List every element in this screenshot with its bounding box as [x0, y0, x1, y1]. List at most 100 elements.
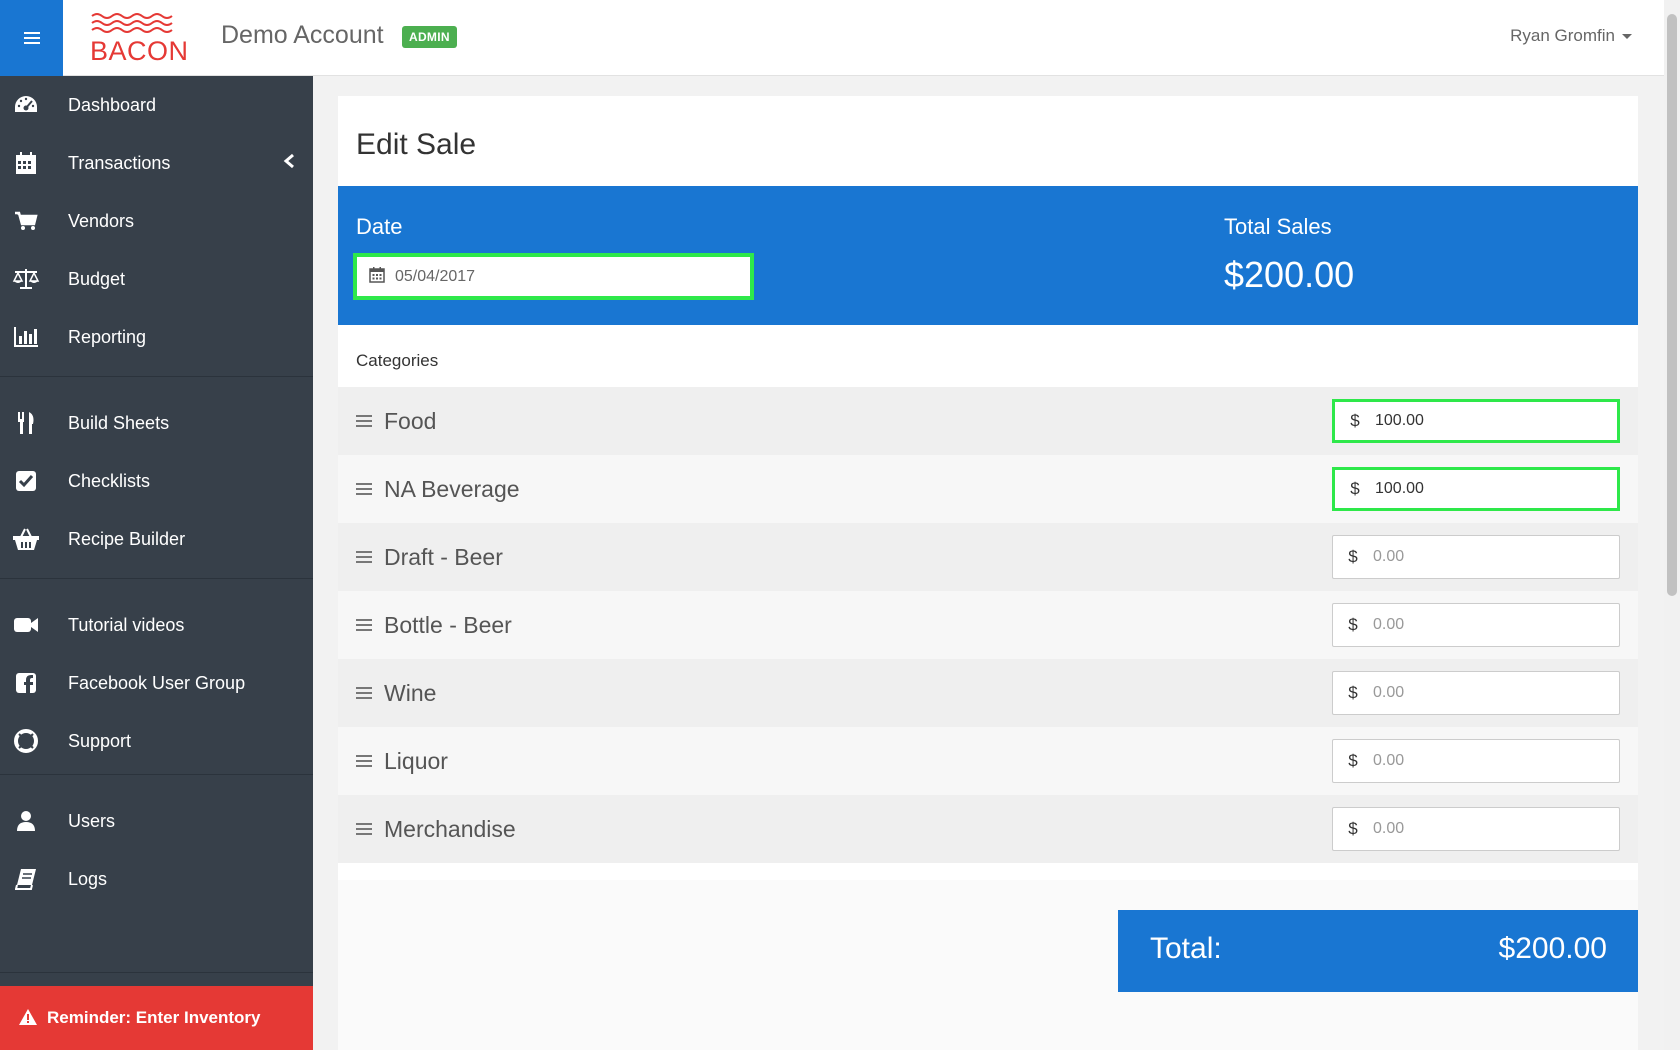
- sidebar-item-support[interactable]: Support: [0, 712, 313, 770]
- sidebar-item-reporting[interactable]: Reporting: [0, 308, 313, 366]
- total-value: $200.00: [1498, 932, 1607, 965]
- dollar-sign: $: [1350, 411, 1360, 430]
- category-row-wine: Wine $: [338, 659, 1638, 727]
- basket-icon: [12, 525, 40, 553]
- card-header: Edit Sale: [338, 96, 1638, 186]
- hamburger-menu-button[interactable]: [0, 0, 63, 76]
- scrollbar-thumb[interactable]: [1667, 14, 1677, 596]
- reminder-enter-inventory-button[interactable]: Reminder: Enter Inventory: [0, 986, 313, 1050]
- category-name: Liquor: [384, 748, 448, 774]
- amount-field-merchandise[interactable]: $: [1332, 807, 1620, 851]
- sidebar-item-label: Support: [68, 730, 132, 751]
- edit-sale-card: Edit Sale Date Total Sales $200.00 Categ…: [338, 96, 1638, 1050]
- amount-field-food[interactable]: $: [1332, 399, 1620, 443]
- account-name: Demo Account: [221, 21, 384, 49]
- hamburger-icon: [23, 32, 40, 44]
- drag-handle-icon[interactable]: [356, 482, 372, 501]
- total-summary: Total: $200.00: [1118, 910, 1638, 992]
- caret-down-icon: [1622, 33, 1632, 39]
- sidebar-item-recipe-builder[interactable]: Recipe Builder: [0, 510, 313, 568]
- sidebar-item-logs[interactable]: Logs: [0, 850, 313, 908]
- sidebar-item-label: Users: [68, 810, 116, 831]
- amount-input[interactable]: [1373, 616, 1593, 634]
- sidebar-item-build-sheets[interactable]: Build Sheets: [0, 394, 313, 452]
- amount-field-na-beverage[interactable]: $: [1332, 467, 1620, 511]
- user-icon: [12, 807, 40, 835]
- sidebar-item-vendors[interactable]: Vendors: [0, 192, 313, 250]
- sidebar-item-users[interactable]: Users: [0, 792, 313, 850]
- facebook-icon: [12, 669, 40, 697]
- chevron-left-icon[interactable]: [283, 153, 295, 174]
- sidebar-item-budget[interactable]: Budget: [0, 250, 313, 308]
- sidebar-item-checklists[interactable]: Checklists: [0, 452, 313, 510]
- amount-input[interactable]: [1375, 412, 1595, 430]
- sidebar-divider: [0, 972, 313, 973]
- calendar-icon: [12, 149, 40, 177]
- sidebar-item-label: Tutorial videos: [68, 614, 185, 635]
- sidebar-item-label: Dashboard: [68, 94, 157, 115]
- amount-field-wine[interactable]: $: [1332, 671, 1620, 715]
- date-input[interactable]: [395, 267, 695, 286]
- dollar-sign: $: [1348, 819, 1358, 838]
- amount-field-bottle-beer[interactable]: $: [1332, 603, 1620, 647]
- category-row-draft-beer: Draft - Beer $: [338, 523, 1638, 591]
- drag-handle-icon[interactable]: [356, 754, 372, 773]
- calendar-icon: [369, 266, 385, 288]
- video-camera-icon: [12, 611, 40, 639]
- drag-handle-icon[interactable]: [356, 618, 372, 637]
- admin-badge: ADMIN: [402, 26, 457, 48]
- category-name: Draft - Beer: [384, 544, 503, 570]
- sidebar-item-label: Checklists: [68, 470, 151, 491]
- bacon-logo[interactable]: BACON: [90, 12, 189, 66]
- amount-field-liquor[interactable]: $: [1332, 739, 1620, 783]
- total-label: Total:: [1150, 932, 1222, 965]
- total-sales-label: Total Sales: [1224, 214, 1332, 239]
- user-name: Ryan Gromfin: [1510, 26, 1615, 45]
- category-name: Wine: [384, 680, 437, 706]
- amount-input[interactable]: [1373, 820, 1593, 838]
- sidebar: Dashboard Transactions Vendors Budget Re…: [0, 76, 313, 1050]
- category-name: Merchandise: [384, 816, 516, 842]
- sidebar-item-transactions[interactable]: Transactions: [0, 134, 313, 192]
- category-row-liquor: Liquor $: [338, 727, 1638, 795]
- dollar-sign: $: [1348, 683, 1358, 702]
- page-title: Edit Sale: [356, 128, 477, 161]
- date-field[interactable]: [353, 253, 754, 300]
- sidebar-item-facebook-user-group[interactable]: Facebook User Group: [0, 654, 313, 712]
- sidebar-item-label: Facebook User Group: [68, 672, 246, 693]
- dashboard-icon: [12, 91, 40, 119]
- logo-text: BACON: [90, 36, 189, 66]
- drag-handle-icon[interactable]: [356, 550, 372, 569]
- user-menu-dropdown[interactable]: Ryan Gromfin: [1510, 26, 1632, 46]
- drag-handle-icon[interactable]: [356, 822, 372, 841]
- date-label: Date: [356, 214, 403, 239]
- warning-icon: [18, 1008, 38, 1031]
- sidebar-item-label: Logs: [68, 868, 108, 889]
- category-row-bottle-beer: Bottle - Beer $: [338, 591, 1638, 659]
- reminder-label: Reminder: Enter Inventory: [47, 1008, 261, 1027]
- wave-logo-icon: [91, 13, 173, 33]
- life-ring-icon: [12, 727, 40, 755]
- sidebar-item-label: Reporting: [68, 326, 147, 347]
- category-name: NA Beverage: [384, 476, 520, 502]
- drag-handle-icon[interactable]: [356, 414, 372, 433]
- amount-field-draft-beer[interactable]: $: [1332, 535, 1620, 579]
- category-name: Bottle - Beer: [384, 612, 512, 638]
- category-row-na-beverage: NA Beverage $: [338, 455, 1638, 523]
- sidebar-item-tutorial-videos[interactable]: Tutorial videos: [0, 596, 313, 654]
- amount-input[interactable]: [1375, 480, 1595, 498]
- dollar-sign: $: [1348, 615, 1358, 634]
- amount-input[interactable]: [1373, 752, 1593, 770]
- drag-handle-icon[interactable]: [356, 686, 372, 705]
- sidebar-item-label: Build Sheets: [68, 412, 170, 433]
- bar-chart-icon: [12, 323, 40, 351]
- category-row-merchandise: Merchandise $: [338, 795, 1638, 863]
- sidebar-item-label: Recipe Builder: [68, 528, 186, 549]
- page-scrollbar[interactable]: [1664, 0, 1680, 1050]
- utensils-icon: [12, 409, 40, 437]
- cart-icon: [12, 207, 40, 235]
- book-icon: [12, 865, 40, 893]
- sidebar-item-dashboard[interactable]: Dashboard: [0, 76, 313, 134]
- amount-input[interactable]: [1373, 548, 1593, 566]
- amount-input[interactable]: [1373, 684, 1593, 702]
